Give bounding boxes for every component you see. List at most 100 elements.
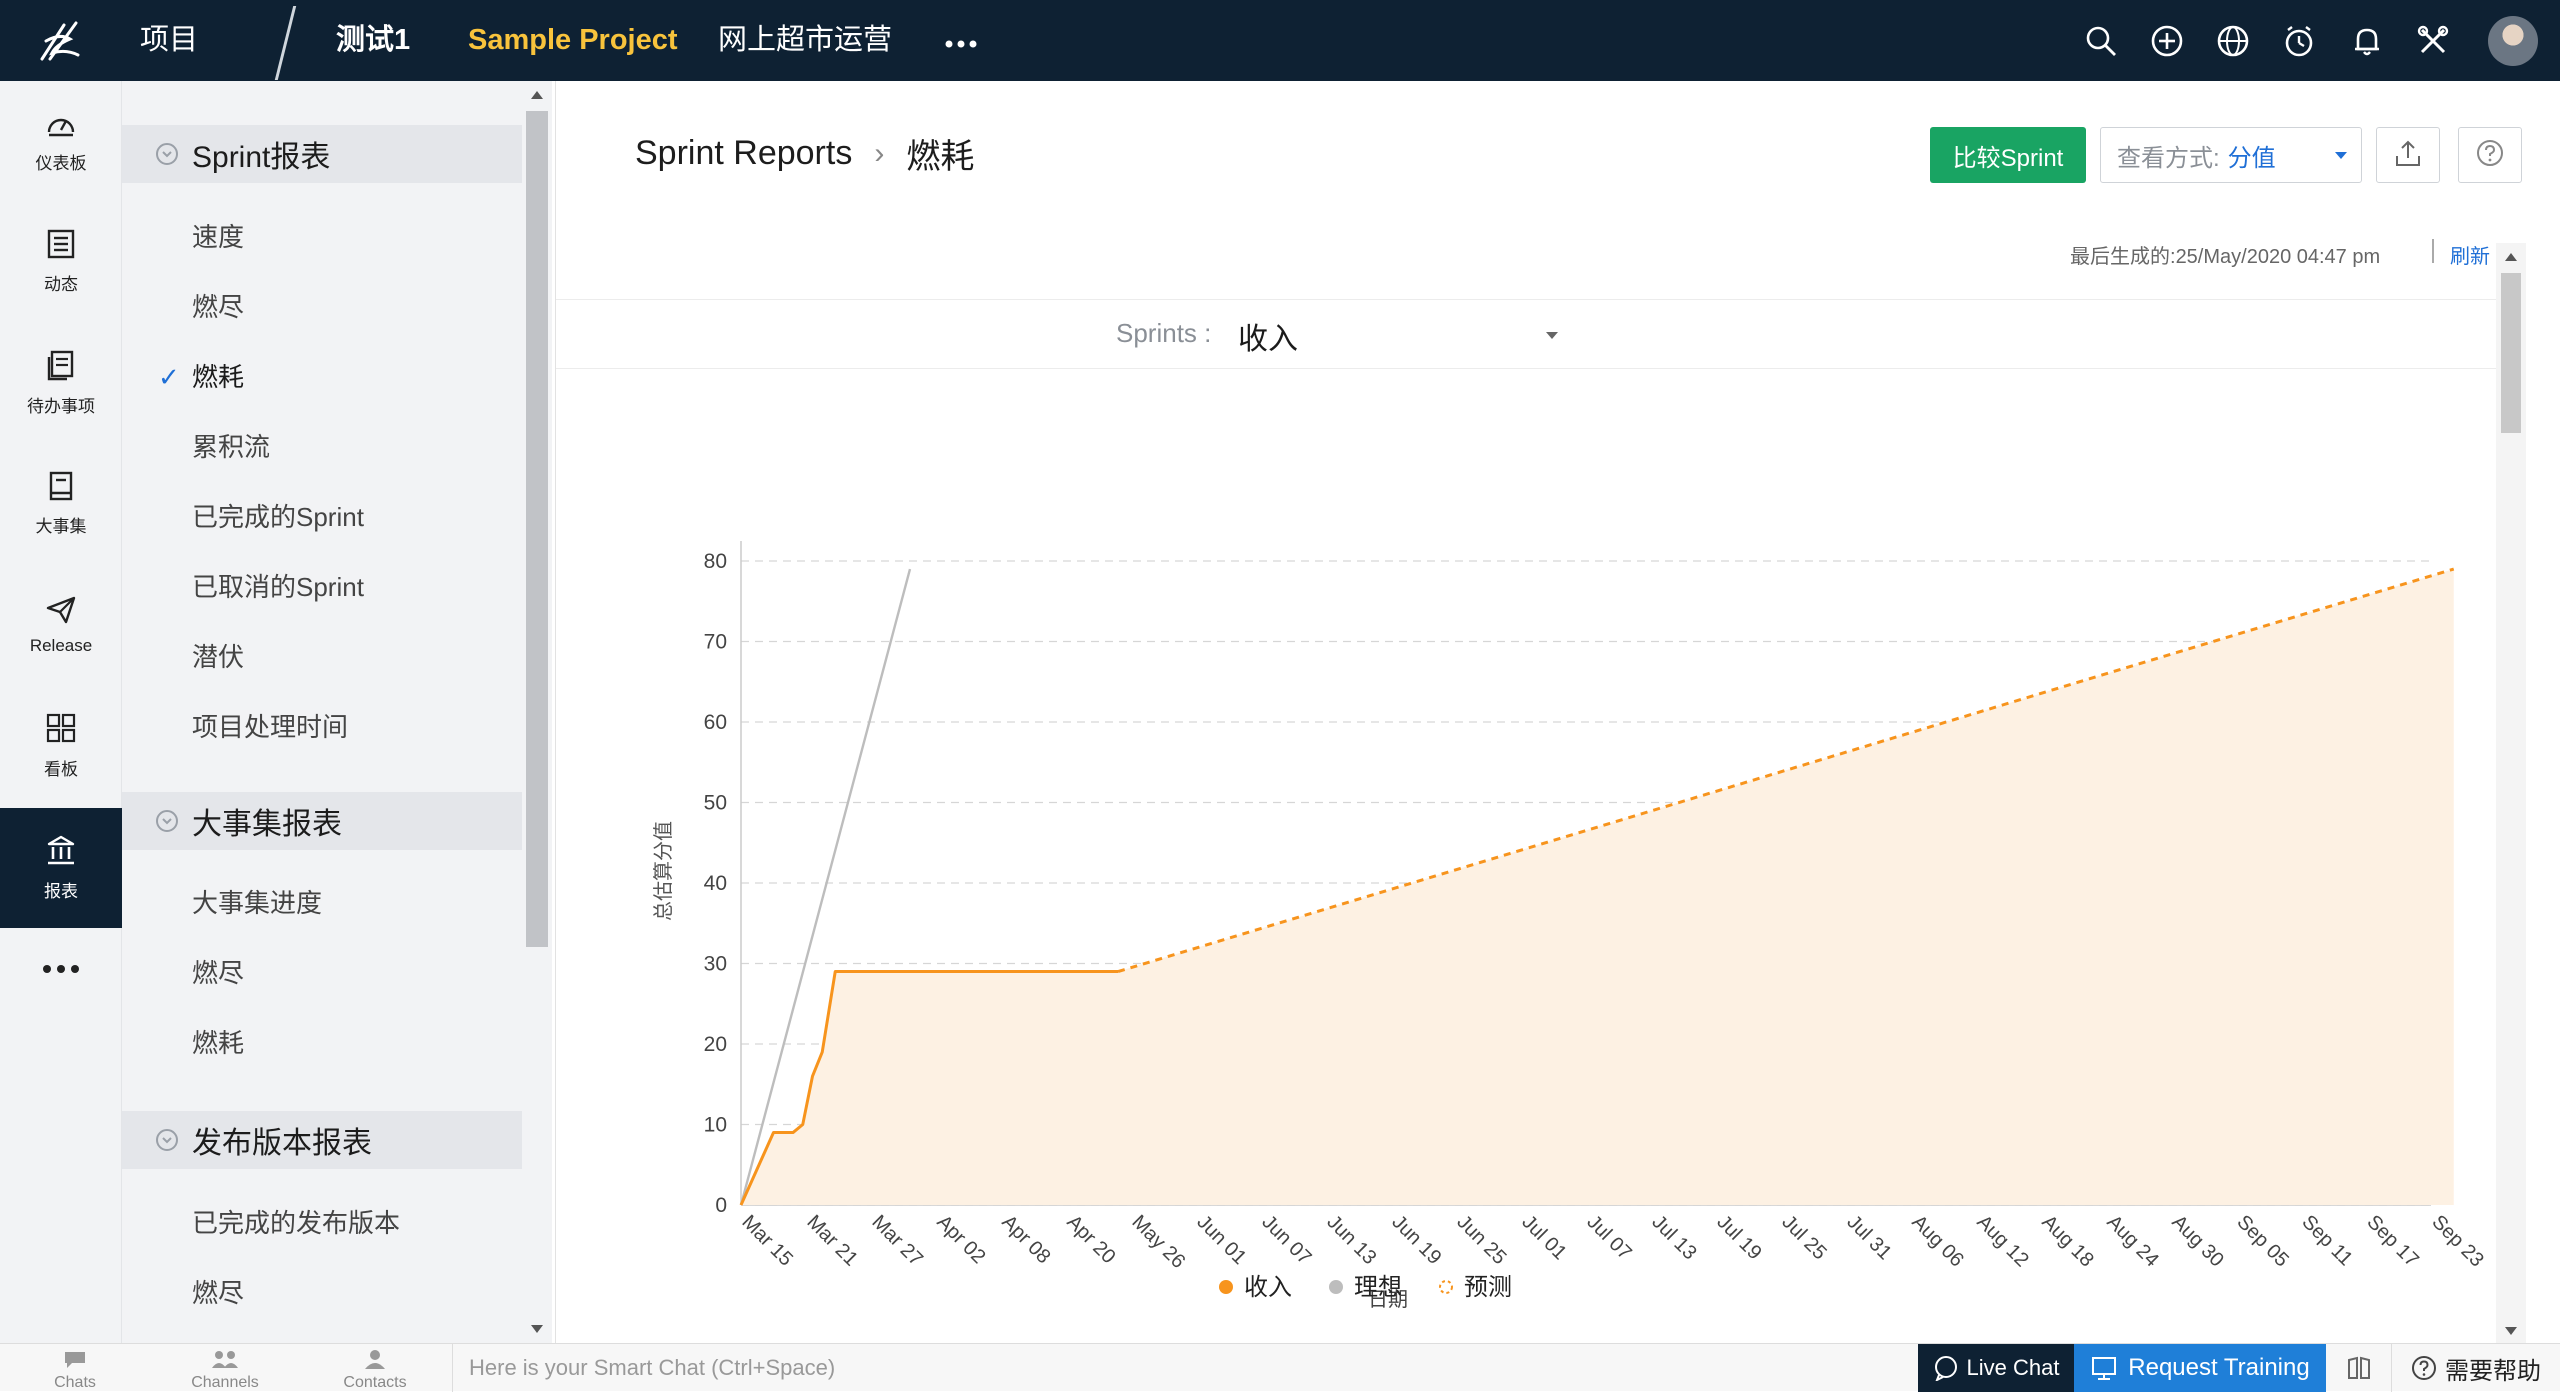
nav-item-completed-sprints[interactable]: 已完成的Sprint (192, 497, 364, 537)
nav-item-latency[interactable]: 潜伏 (192, 637, 244, 677)
nav-item-burnup[interactable]: 燃耗 (192, 357, 244, 397)
burnup-area (741, 569, 2454, 1205)
chevron-down-icon (2335, 152, 2347, 159)
y-tick-label: 40 (704, 872, 727, 895)
rail-label: 仪表板 (35, 154, 87, 173)
rail-item-feed[interactable]: 动态 (0, 202, 122, 322)
chart-areas (741, 569, 2454, 1205)
rail-label: Release (29, 635, 93, 655)
view-by-select[interactable]: 查看方式: 分值 (2100, 127, 2362, 183)
backlog-icon (45, 349, 77, 386)
rail-item-reports[interactable]: 报表 (0, 808, 122, 928)
epic-icon (46, 471, 76, 506)
live-chat-button[interactable]: Live Chat (1918, 1344, 2074, 1392)
view-by-value: 分值 (2227, 144, 2276, 172)
x-tick-label: Sep 11 (2297, 1211, 2356, 1270)
rail-item-board[interactable]: 看板 (0, 686, 122, 806)
nav-item-project-cycle-time[interactable]: 项目处理时间 (192, 707, 348, 747)
legend-marker (1329, 1280, 1343, 1294)
presentation-icon (2090, 1355, 2118, 1381)
legend-label: 收入 (1244, 1274, 1292, 1301)
x-tick-label: Aug 06 (1907, 1211, 1967, 1271)
search-icon[interactable] (2082, 22, 2120, 60)
rail-item-backlog[interactable]: 待办事项 (0, 323, 122, 443)
content-scrollbar[interactable] (2496, 243, 2526, 1343)
add-circle-icon[interactable] (2148, 22, 2186, 60)
bottom-chat-bar: Chats Channels Contacts Here is your Sma… (0, 1343, 2560, 1392)
tab-project-sample[interactable]: Sample Project (468, 0, 678, 81)
scroll-down-icon[interactable] (531, 1325, 543, 1333)
refresh-link[interactable]: 刷新 (2450, 240, 2490, 269)
chart-legend: 收入 理想 预测 (1219, 1274, 1512, 1301)
sprint-filter-bar: Sprints : 收入 (556, 299, 2526, 369)
tab-project-test1[interactable]: 测试1 (336, 0, 410, 81)
breadcrumb-current: 燃耗 (906, 138, 975, 176)
y-tick-label: 20 (704, 1033, 727, 1056)
sprints-filter-select[interactable]: 收入 (1238, 314, 1298, 358)
nav-item-epic-progress[interactable]: 大事集进度 (192, 883, 322, 923)
globe-icon[interactable] (2214, 22, 2252, 60)
upload-icon (2393, 138, 2423, 173)
nav-item-burndown[interactable]: 燃尽 (192, 287, 244, 327)
scroll-up-icon[interactable] (531, 91, 543, 99)
scrollbar-thumb[interactable] (526, 111, 548, 947)
divider (274, 6, 297, 80)
subnav-scrollbar[interactable] (522, 81, 552, 1343)
more-dots-icon[interactable] (0, 939, 122, 999)
nav-item-completed-releases[interactable]: 已完成的发布版本 (192, 1203, 400, 1243)
chats-button[interactable]: Chats (0, 1344, 150, 1392)
breadcrumb-root[interactable]: Sprint Reports (635, 134, 852, 173)
scroll-down-icon[interactable] (2505, 1327, 2517, 1335)
nav-item-epic-burndown[interactable]: 燃尽 (192, 953, 244, 993)
x-tick-label: Jul 01 (1517, 1211, 1570, 1264)
chevron-down-icon[interactable] (1546, 332, 1558, 339)
compare-sprint-button[interactable]: 比较Sprint (1930, 127, 2086, 183)
last-generated-text: 最后生成的:25/May/2020 04:47 pm (2070, 240, 2380, 269)
release-icon (45, 595, 77, 630)
reports-subnav: Sprint报表 速度 燃尽 ✓ 燃耗 累积流 已完成的Sprint 已取消的S… (122, 81, 522, 1343)
bell-icon[interactable] (2348, 22, 2386, 60)
export-button[interactable] (2376, 127, 2440, 183)
scroll-up-icon[interactable] (2505, 253, 2517, 261)
rail-item-epics[interactable]: 大事集 (0, 444, 122, 564)
section-title: 大事集报表 (192, 808, 342, 841)
channels-label: Channels (191, 1374, 259, 1391)
rail-label: 待办事项 (27, 397, 95, 416)
chats-label: Chats (54, 1374, 96, 1391)
tools-icon[interactable] (2414, 22, 2452, 60)
rail-label: 报表 (44, 882, 78, 901)
x-tick-label: Aug 12 (1972, 1211, 2032, 1271)
legend-marker (1219, 1280, 1233, 1294)
sprints-filter-label: Sprints : (1116, 318, 1212, 348)
rail-item-dashboard[interactable]: 仪表板 (0, 81, 122, 201)
channels-icon (210, 1349, 240, 1374)
more-dots-icon[interactable] (944, 0, 978, 81)
nav-item-release-burndown[interactable]: 燃尽 (192, 1273, 244, 1313)
section-header-epic-reports[interactable]: 大事集报表 (122, 792, 522, 850)
x-tick-label: May 26 (1127, 1211, 1189, 1273)
smart-chat-input[interactable]: Here is your Smart Chat (Ctrl+Space) (452, 1344, 1912, 1392)
x-tick-label: Jun 01 (1192, 1211, 1250, 1269)
nav-item-cancelled-sprints[interactable]: 已取消的Sprint (192, 567, 364, 607)
nav-item-cumulative-flow[interactable]: 累积流 (192, 427, 270, 467)
x-tick-label: Apr 08 (997, 1211, 1054, 1268)
timer-icon[interactable] (2280, 22, 2318, 60)
section-header-sprint-reports[interactable]: Sprint报表 (122, 125, 522, 183)
need-help-button[interactable]: 需要帮助 (2392, 1344, 2560, 1392)
section-header-release-reports[interactable]: 发布版本报表 (122, 1111, 522, 1169)
nav-item-velocity[interactable]: 速度 (192, 217, 244, 257)
scrollbar-thumb[interactable] (2501, 273, 2521, 433)
book-icon[interactable] (2326, 1344, 2392, 1392)
projects-menu[interactable]: 项目 (140, 0, 198, 81)
avatar[interactable] (2488, 16, 2538, 66)
rail-item-release[interactable]: Release (0, 565, 122, 685)
channels-button[interactable]: Channels (150, 1344, 300, 1392)
zoho-sprints-logo-icon[interactable] (0, 0, 120, 81)
nav-item-epic-burnup[interactable]: 燃耗 (192, 1023, 244, 1063)
help-icon (2411, 1355, 2437, 1381)
help-button[interactable] (2458, 127, 2522, 183)
board-icon (45, 712, 77, 749)
tab-project-supermarket[interactable]: 网上超市运营 (718, 0, 892, 81)
contacts-button[interactable]: Contacts (300, 1344, 450, 1392)
request-training-button[interactable]: Request Training (2074, 1344, 2326, 1392)
